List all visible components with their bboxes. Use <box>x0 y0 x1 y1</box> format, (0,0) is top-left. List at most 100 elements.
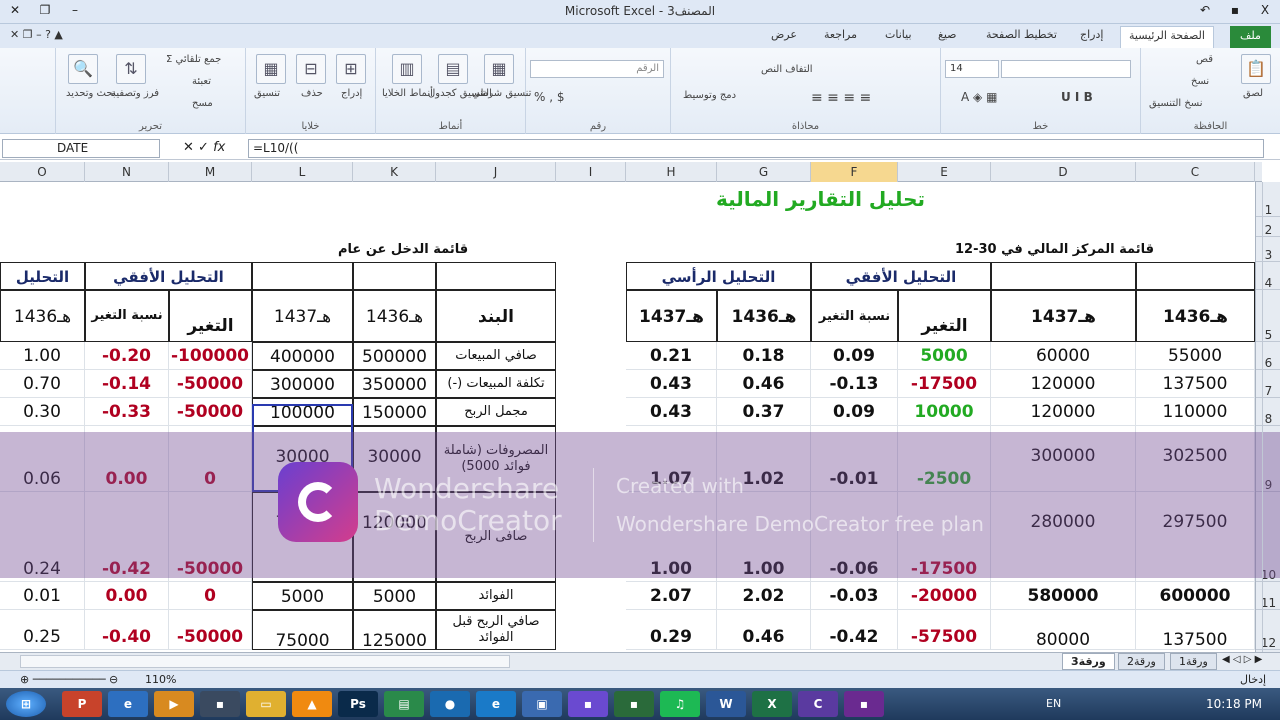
cell-j6[interactable]: صافي المبيعات <box>436 342 556 370</box>
row-header-2[interactable]: 2 <box>1256 217 1280 237</box>
cell-g8[interactable]: 0.37 <box>717 398 811 426</box>
row-header-3[interactable]: 3 <box>1256 237 1280 262</box>
cell-g7[interactable]: 0.46 <box>717 370 811 398</box>
year-1437-header-d[interactable]: 1437هـ <box>991 290 1136 342</box>
explorer-taskbar-icon[interactable]: ▭ <box>246 691 286 717</box>
delete-cells-button[interactable]: حذف <box>301 88 323 99</box>
column-header-c[interactable]: C <box>1136 162 1255 182</box>
language-indicator[interactable]: EN <box>1046 697 1061 710</box>
format-table-icon[interactable]: ▤ <box>438 54 468 84</box>
year-1436-header-k[interactable]: 1436هـ <box>353 290 436 342</box>
cell-m7[interactable]: -50000 <box>169 370 252 398</box>
spotify-taskbar-icon[interactable]: ♫ <box>660 691 700 717</box>
paste-icon[interactable]: 📋 <box>1241 54 1271 84</box>
cell-d6[interactable]: 60000 <box>991 342 1136 370</box>
find-select-icon[interactable]: 🔍 <box>68 54 98 84</box>
cell-d8[interactable]: 120000 <box>991 398 1136 426</box>
row-header-8[interactable]: 8 <box>1256 398 1280 426</box>
formula-buttons[interactable]: ✕ ✓ fx <box>183 140 225 155</box>
vlc-taskbar-icon[interactable]: ▲ <box>292 691 332 717</box>
cell-l6[interactable]: 400000 <box>252 342 353 370</box>
copy-button[interactable]: نسخ <box>1191 76 1209 87</box>
format-cells-button[interactable]: تنسيق <box>254 88 280 99</box>
vertical-analysis-header[interactable]: التحليل الرأسي <box>626 262 811 290</box>
cell-f6[interactable]: 0.09 <box>811 342 898 370</box>
format-painter-button[interactable]: نسخ التنسيق <box>1149 98 1202 109</box>
cell-styles-icon[interactable]: ▥ <box>392 54 422 84</box>
cell-e7[interactable]: -17500 <box>898 370 991 398</box>
tahlil-header[interactable]: التحليل <box>0 262 85 290</box>
number-format-combo[interactable]: الرقم <box>530 60 664 78</box>
row-header-6[interactable]: 6 <box>1256 342 1280 370</box>
app-taskbar-icon[interactable]: ▪ <box>200 691 240 717</box>
cell-f8[interactable]: 0.09 <box>811 398 898 426</box>
save-icon[interactable]: ▪ <box>1220 0 1250 20</box>
merge-center-button[interactable]: دمج وتوسيط <box>683 90 736 101</box>
empty-header-k[interactable] <box>353 262 436 290</box>
column-header-j[interactable]: J <box>436 162 556 182</box>
cell-o11[interactable]: 0.01 <box>0 582 85 610</box>
cell-styles-button[interactable]: أنماط الخلايا <box>382 88 433 99</box>
column-header-m[interactable]: M <box>169 162 252 182</box>
empty-header-d[interactable] <box>991 262 1136 290</box>
worksheet[interactable]: تحليل التقارير المالية قائمة الدخل عن عام… <box>0 182 1255 652</box>
fill-button[interactable]: تعبئة <box>192 76 211 87</box>
cell-o7[interactable]: 0.70 <box>0 370 85 398</box>
cell-h7[interactable]: 0.43 <box>626 370 717 398</box>
balance-sheet-heading[interactable]: قائمة المركز المالي في 30-12 <box>955 242 1154 257</box>
start-button-icon[interactable]: ⊞ <box>6 691 46 717</box>
change-header-right[interactable]: التغير <box>898 290 991 342</box>
cell-k8[interactable]: 150000 <box>353 398 436 426</box>
income-statement-heading[interactable]: قائمة الدخل عن عام <box>338 242 468 257</box>
cell-o8[interactable]: 0.30 <box>0 398 85 426</box>
cell-d7[interactable]: 120000 <box>991 370 1136 398</box>
pct-change-header-left[interactable]: نسبة التغير <box>85 290 169 342</box>
row-header-12[interactable]: 12 <box>1256 610 1280 650</box>
horizontal-analysis-header-right[interactable]: التحليل الأفقي <box>811 262 991 290</box>
photoshop-taskbar-icon[interactable]: Ps <box>338 691 378 717</box>
year-1436-header-g[interactable]: 1436هـ <box>717 290 811 342</box>
cell-l7[interactable]: 300000 <box>252 370 353 398</box>
row-header-11[interactable]: 11 <box>1256 582 1280 610</box>
cell-l12[interactable]: 75000 <box>252 610 353 650</box>
font-size-combo[interactable]: 14 <box>945 60 999 78</box>
cell-n6[interactable]: -0.20 <box>85 342 169 370</box>
browser-taskbar-icon[interactable]: ▣ <box>522 691 562 717</box>
column-header-i[interactable]: I <box>556 162 626 182</box>
column-header-k[interactable]: K <box>353 162 436 182</box>
font-style-buttons[interactable]: U I B <box>1061 90 1093 104</box>
powerpoint-taskbar-icon[interactable]: P <box>62 691 102 717</box>
recorder-taskbar-icon[interactable]: ▪ <box>844 691 884 717</box>
horizontal-scrollbar[interactable] <box>20 655 510 668</box>
column-header-d[interactable]: D <box>991 162 1136 182</box>
cell-n12[interactable]: -0.40 <box>85 610 169 650</box>
ie-taskbar-icon[interactable]: e <box>108 691 148 717</box>
row-header-4[interactable]: 4 <box>1256 262 1280 290</box>
sheet-title[interactable]: تحليل التقارير المالية <box>716 187 925 211</box>
cell-n11[interactable]: 0.00 <box>85 582 169 610</box>
clock[interactable]: 10:18 PM <box>1206 697 1262 711</box>
paste-label[interactable]: لصق <box>1243 88 1263 99</box>
app2-taskbar-icon[interactable]: ▪ <box>568 691 608 717</box>
zoom-slider[interactable]: ⊕ ─────────── ⊖ <box>20 673 118 686</box>
tab-page-layout[interactable]: تخطيط الصفحة <box>986 28 1057 41</box>
change-header-left[interactable]: التغير <box>169 290 252 342</box>
cell-h11[interactable]: 2.07 <box>626 582 717 610</box>
column-header-o[interactable]: O <box>0 162 85 182</box>
cell-k12[interactable]: 125000 <box>353 610 436 650</box>
sort-filter-button[interactable]: فرز وتصفية <box>111 88 159 99</box>
cell-k6[interactable]: 500000 <box>353 342 436 370</box>
year-1436-header-c[interactable]: 1436هـ <box>1136 290 1255 342</box>
cell-j12[interactable]: صافي الربح قبل الفوائد <box>436 610 556 650</box>
formula-input[interactable]: =L10/(( <box>248 139 1264 158</box>
cell-c11[interactable]: 600000 <box>1136 582 1255 610</box>
empty-header-j[interactable] <box>436 262 556 290</box>
horizontal-analysis-header-left[interactable]: التحليل الأفقي <box>85 262 252 290</box>
font-name-combo[interactable] <box>1001 60 1131 78</box>
name-box[interactable]: DATE <box>2 139 160 158</box>
cell-n7[interactable]: -0.14 <box>85 370 169 398</box>
cell-c12[interactable]: 137500 <box>1136 610 1255 650</box>
calculator-taskbar-icon[interactable]: ▤ <box>384 691 424 717</box>
cut-button[interactable]: قص <box>1196 54 1213 65</box>
cell-c8[interactable]: 110000 <box>1136 398 1255 426</box>
